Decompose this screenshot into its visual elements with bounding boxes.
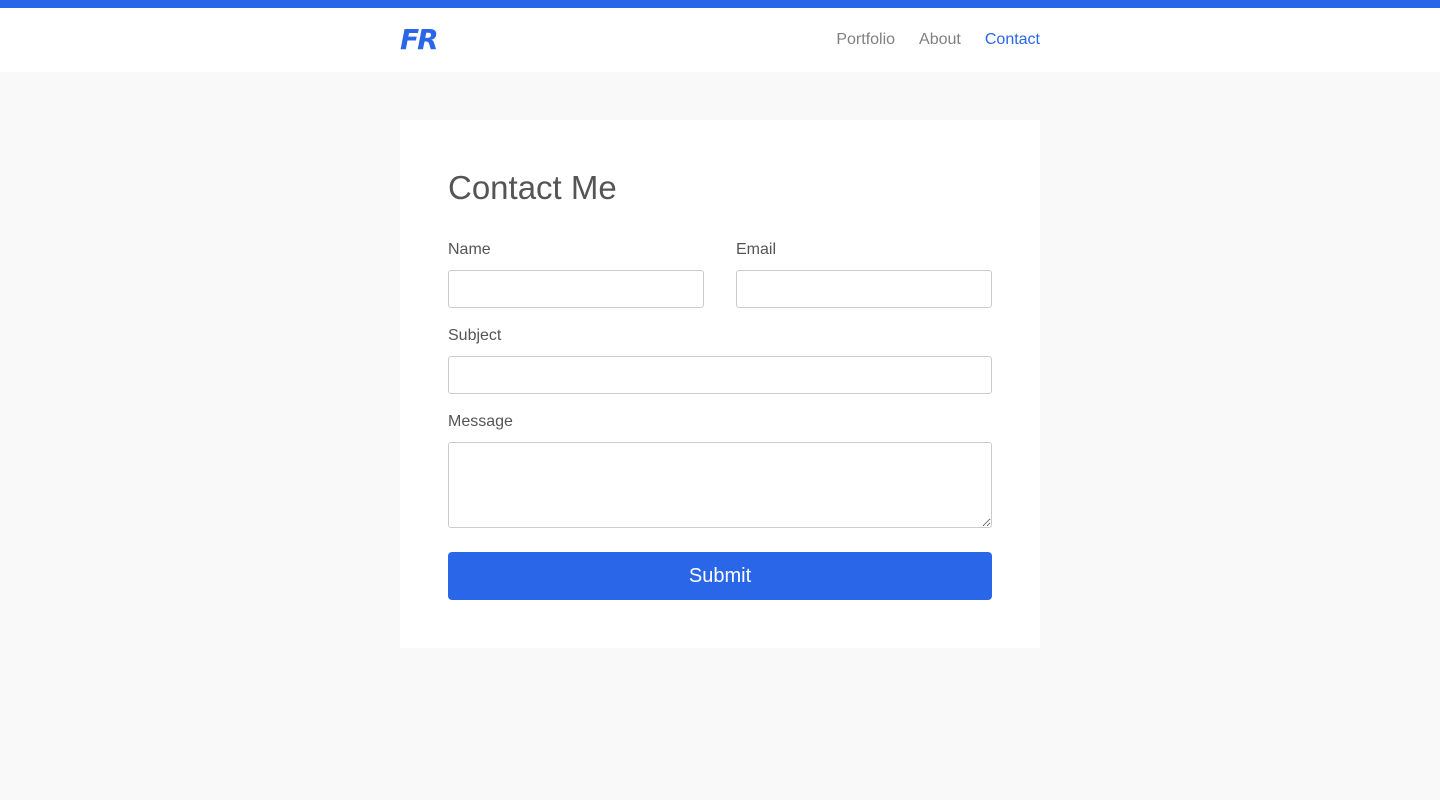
message-field-group: Message [448,412,992,528]
nav-item-portfolio[interactable]: Portfolio [836,31,895,49]
main-nav: Portfolio About Contact [836,31,1040,49]
name-email-row: Name Email [448,240,992,326]
email-label: Email [736,241,777,258]
page-title: Contact Me [448,169,617,206]
name-field-group: Name [448,240,704,308]
email-field-group: Email [736,240,992,308]
top-accent-bar [0,0,1440,8]
header-inner: FR Portfolio About Contact [400,8,1040,72]
name-input[interactable] [448,270,704,308]
message-label: Message [448,413,513,430]
message-textarea[interactable] [448,442,992,528]
logo[interactable]: FR [400,26,439,54]
site-header: FR Portfolio About Contact [0,8,1440,72]
contact-card: Contact Me Name Email Subject Message Su… [400,120,1040,648]
subject-label: Subject [448,327,502,344]
name-label: Name [448,241,491,258]
subject-field-group: Subject [448,326,992,394]
contact-form: Name Email Subject Message Submit [448,240,992,600]
nav-item-about[interactable]: About [919,31,961,49]
subject-input[interactable] [448,356,992,394]
submit-button[interactable]: Submit [448,552,992,600]
email-input[interactable] [736,270,992,308]
nav-item-contact[interactable]: Contact [985,31,1040,49]
